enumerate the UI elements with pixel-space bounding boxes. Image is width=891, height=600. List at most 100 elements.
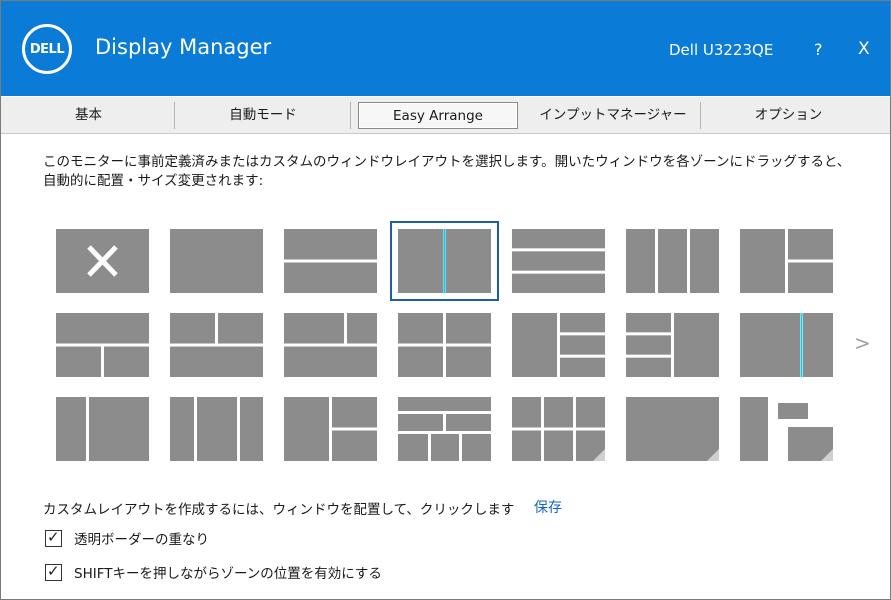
monitor-name: Dell U3223QE xyxy=(669,41,774,59)
layout-zone xyxy=(544,430,573,461)
layout-zone xyxy=(803,313,833,377)
check-icon: ✓ xyxy=(47,527,60,546)
layout-zone xyxy=(332,397,377,428)
layout-option-three-columns[interactable] xyxy=(626,229,719,293)
layout-thumbnail xyxy=(398,229,491,293)
check-icon: ✓ xyxy=(47,561,60,580)
layout-zone xyxy=(788,262,833,293)
layout-zone xyxy=(576,397,605,428)
close-button[interactable]: X xyxy=(858,39,870,59)
layout-zone xyxy=(512,397,541,428)
dell-logo: DELL xyxy=(22,24,72,74)
layout-zone xyxy=(778,403,808,419)
tab-options[interactable]: オプション xyxy=(706,102,871,129)
layout-zone xyxy=(626,357,671,377)
layout-zone xyxy=(218,313,263,344)
layout-thumbnail xyxy=(56,229,149,293)
dell-logo-text: DELL xyxy=(29,41,65,57)
title-bar: DELL Display Manager Dell U3223QE ? X xyxy=(1,1,890,96)
next-page-arrow[interactable]: > xyxy=(854,331,871,355)
layout-zone xyxy=(89,397,149,461)
layout-zone xyxy=(284,262,377,293)
option-shift-zone: ✓ SHIFTキーを押しながらゾーンの位置を有効にする xyxy=(45,562,382,582)
layout-zone xyxy=(170,229,263,293)
layout-zone xyxy=(544,397,573,428)
save-link[interactable]: 保存 xyxy=(534,497,562,517)
layout-zone xyxy=(398,397,491,411)
layout-thumbnail xyxy=(56,313,149,377)
tab-auto-mode[interactable]: 自動モード xyxy=(178,102,351,129)
app-window: DELL Display Manager Dell U3223QE ? X 基本… xyxy=(0,0,891,600)
layout-thumbnail xyxy=(740,397,833,461)
layout-thumbnail xyxy=(284,229,377,293)
layout-option-none[interactable] xyxy=(56,229,149,293)
tab-easy-arrange[interactable]: Easy Arrange xyxy=(358,102,518,129)
layout-thumbnail xyxy=(398,313,491,377)
tab-basic[interactable]: 基本 xyxy=(5,102,175,129)
layout-zone xyxy=(56,346,101,377)
layout-zone xyxy=(431,434,459,461)
layout-option-three-cols-equal[interactable] xyxy=(284,397,377,461)
layout-zone xyxy=(512,313,557,377)
layout-option-grid-2x2[interactable] xyxy=(398,313,491,377)
layout-zone xyxy=(512,251,605,271)
option-transparent-border: ✓ 透明ボーダーの重なり xyxy=(45,528,209,548)
layout-option-left-three-plus-right[interactable] xyxy=(626,313,719,377)
layout-zone xyxy=(347,313,377,344)
layout-thumbnail xyxy=(170,397,263,461)
layout-zone xyxy=(104,346,149,377)
layout-zone xyxy=(446,313,491,344)
layout-zone xyxy=(284,397,329,461)
layout-zone xyxy=(170,346,263,377)
tab-bar: 基本 自動モード Easy Arrange インプットマネージャー オプション xyxy=(1,97,890,134)
layout-thumbnail xyxy=(512,397,605,461)
layout-option-custom-floating[interactable] xyxy=(740,397,833,461)
layout-zone xyxy=(560,357,605,377)
layout-thumbnail xyxy=(512,313,605,377)
layout-zone xyxy=(626,397,719,461)
layout-option-custom-corner[interactable] xyxy=(626,397,719,461)
layout-option-single[interactable] xyxy=(170,229,263,293)
layout-zone xyxy=(446,414,491,431)
layout-option-three-rows[interactable] xyxy=(512,229,605,293)
layout-thumbnail xyxy=(284,397,377,461)
layout-zone xyxy=(284,229,377,260)
layout-zone xyxy=(398,434,428,461)
layout-zone xyxy=(446,229,491,293)
transparent-border-checkbox[interactable]: ✓ xyxy=(45,527,62,547)
layout-thumbnail xyxy=(170,313,263,377)
layout-option-two-rows[interactable] xyxy=(284,229,377,293)
layout-zone xyxy=(560,313,605,333)
layout-zone xyxy=(240,397,263,461)
layout-option-three-cols-offset[interactable] xyxy=(170,397,263,461)
layout-option-two-columns[interactable] xyxy=(390,221,499,301)
layout-zone xyxy=(398,229,443,293)
layout-zone xyxy=(560,335,605,355)
layout-option-mixed-grid[interactable] xyxy=(398,397,491,461)
layout-option-top-two-plus-bottom[interactable] xyxy=(170,313,263,377)
layout-zone xyxy=(398,313,443,344)
layout-option-wide-plus-narrow[interactable] xyxy=(740,313,833,377)
layout-option-top-plus-bottom-two[interactable] xyxy=(56,313,149,377)
layout-thumbnail xyxy=(740,313,833,377)
layout-thumbnail xyxy=(284,313,377,377)
layout-option-narrow-plus-wide[interactable] xyxy=(56,397,149,461)
layout-option-two-by-two-offset[interactable] xyxy=(284,313,377,377)
layout-option-left-plus-right-two[interactable] xyxy=(740,229,833,293)
layout-zone xyxy=(398,414,443,431)
layout-zone xyxy=(626,313,671,333)
layout-zone xyxy=(170,397,194,461)
layout-thumbnail xyxy=(626,313,719,377)
layout-zone xyxy=(512,229,605,249)
layout-zone xyxy=(674,313,719,377)
layout-option-left-plus-right-three[interactable] xyxy=(512,313,605,377)
tab-input-manager[interactable]: インプットマネージャー xyxy=(528,102,701,129)
shift-zone-checkbox[interactable]: ✓ xyxy=(45,561,62,581)
layout-zone xyxy=(626,335,671,355)
layout-zone xyxy=(446,346,491,377)
help-button[interactable]: ? xyxy=(814,40,823,59)
layout-option-three-plus-three[interactable] xyxy=(512,397,605,461)
layout-zone xyxy=(284,346,377,377)
layout-zone xyxy=(788,229,833,260)
layout-zone xyxy=(197,397,237,461)
